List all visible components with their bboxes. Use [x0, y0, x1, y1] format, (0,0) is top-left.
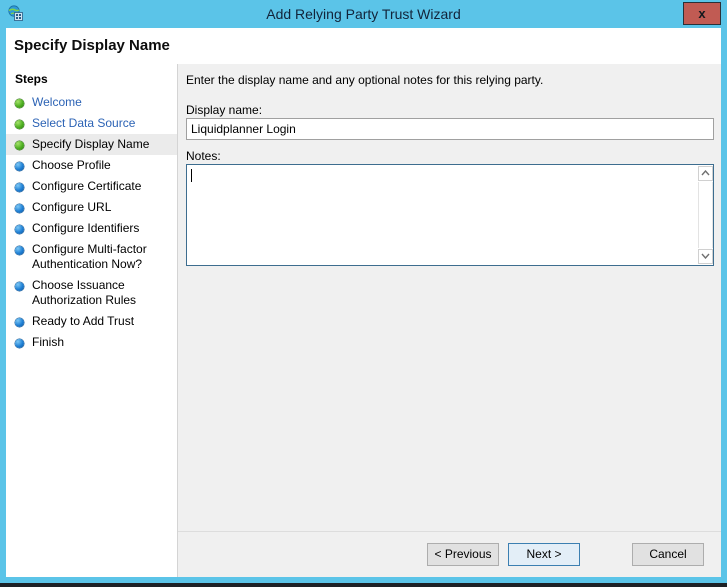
step-pending-icon	[15, 162, 24, 171]
window-title: Add Relying Party Trust Wizard	[266, 6, 461, 22]
notes-field-wrapper	[186, 164, 714, 266]
steps-heading: Steps	[15, 72, 48, 86]
sidebar-step-choose-issuance-authorization-rules: Choose Issuance Authorization Rules	[6, 275, 177, 311]
notes-label: Notes:	[186, 149, 221, 163]
sidebar-step-label: Finish	[32, 335, 65, 349]
notes-textarea[interactable]	[187, 165, 696, 265]
sidebar-step-configure-identifiers: Configure Identifiers	[6, 218, 177, 239]
desktop-strip	[0, 583, 727, 587]
title-bar: Add Relying Party Trust Wizard x	[0, 0, 727, 28]
sidebar-step-label: Configure Multi-factor Authentication No…	[32, 242, 147, 271]
sidebar-step-welcome[interactable]: Welcome	[6, 92, 177, 113]
previous-button[interactable]: < Previous	[427, 543, 499, 566]
steps-list: Welcome Select Data Source Specify Display…	[6, 92, 177, 353]
main-content: Enter the display name and any optional …	[178, 64, 721, 531]
sidebar-step-label: Choose Profile	[32, 158, 111, 172]
sidebar-step-label: Welcome	[32, 95, 82, 109]
chevron-down-icon[interactable]	[698, 249, 713, 264]
sidebar-step-specify-display-name: Specify Display Name	[6, 134, 177, 155]
sidebar-step-choose-profile: Choose Profile	[6, 155, 177, 176]
page-title: Specify Display Name	[14, 37, 170, 54]
display-name-label: Display name:	[186, 103, 263, 117]
client-area: Specify Display Name Steps Welcome Select…	[6, 28, 721, 577]
sidebar-step-label: Ready to Add Trust	[32, 314, 135, 328]
sidebar-step-label: Configure Identifiers	[32, 221, 140, 235]
sidebar-step-label: Specify Display Name	[32, 137, 150, 151]
step-pending-icon	[15, 339, 24, 348]
step-pending-icon	[15, 183, 24, 192]
display-name-input[interactable]	[186, 118, 714, 140]
button-bar: < Previous Next > Cancel	[178, 531, 721, 577]
step-complete-icon	[15, 120, 24, 129]
page-header: Specify Display Name	[6, 28, 721, 64]
step-pending-icon	[15, 318, 24, 327]
close-button[interactable]: x	[683, 2, 721, 25]
step-complete-icon	[15, 99, 24, 108]
wizard-window: Add Relying Party Trust Wizard x Specify…	[0, 0, 727, 583]
scrollbar-track[interactable]	[698, 182, 713, 248]
sidebar-step-configure-url: Configure URL	[6, 197, 177, 218]
chevron-up-icon[interactable]	[698, 166, 713, 181]
step-pending-icon	[15, 282, 24, 291]
steps-sidebar: Steps Welcome Select Data Source Specify D…	[6, 64, 178, 577]
text-caret	[191, 169, 192, 182]
sidebar-step-configure-multi-factor-authentication-now: Configure Multi-factor Authentication No…	[6, 239, 177, 275]
main-panel: Enter the display name and any optional …	[178, 64, 721, 577]
sidebar-step-label: Configure URL	[32, 200, 112, 214]
step-pending-icon	[15, 225, 24, 234]
sidebar-step-configure-certificate: Configure Certificate	[6, 176, 177, 197]
intro-text: Enter the display name and any optional …	[186, 73, 544, 87]
sidebar-step-label: Configure Certificate	[32, 179, 142, 193]
sidebar-step-finish: Finish	[6, 332, 177, 353]
step-complete-icon	[15, 141, 24, 150]
next-button[interactable]: Next >	[508, 543, 580, 566]
notes-scrollbar[interactable]	[696, 165, 713, 265]
sidebar-step-ready-to-add-trust: Ready to Add Trust	[6, 311, 177, 332]
cancel-button[interactable]: Cancel	[632, 543, 704, 566]
sidebar-step-label: Select Data Source	[32, 116, 136, 130]
step-pending-icon	[15, 204, 24, 213]
sidebar-step-select-data-source[interactable]: Select Data Source	[6, 113, 177, 134]
sidebar-step-label: Choose Issuance Authorization Rules	[32, 278, 137, 307]
body-area: Steps Welcome Select Data Source Specify D…	[6, 64, 721, 577]
step-pending-icon	[15, 246, 24, 255]
